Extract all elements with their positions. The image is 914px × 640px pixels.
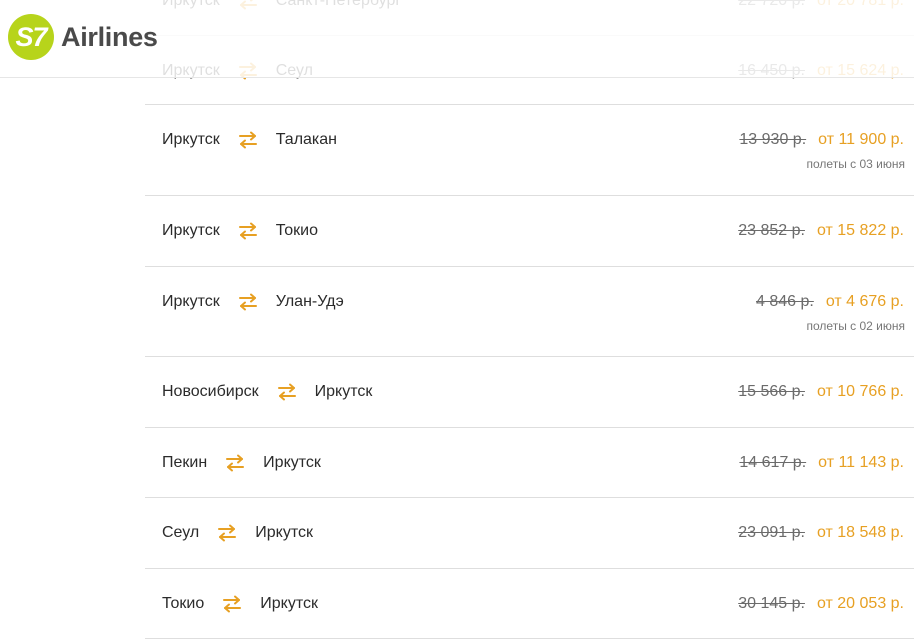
swap-arrows-icon — [238, 131, 258, 149]
swap-arrows-icon — [238, 293, 258, 311]
origin-city: Иркутск — [162, 131, 220, 148]
sale-price[interactable]: от 11 143 р. — [818, 454, 904, 471]
sale-price[interactable]: от 20 053 р. — [817, 595, 904, 612]
route-prices: 4 846 р. от 4 676 р. — [756, 292, 904, 312]
logo-text: Airlines — [61, 21, 158, 52]
route-row[interactable]: Сеул Иркутск 23 091 р. от 18 548 р. — [145, 498, 914, 569]
page: S7 Airlines ИркутскСанкт-Петербург22 720… — [0, 0, 914, 640]
destination-city: Талакан — [275, 131, 338, 148]
old-price: 23 852 р. — [738, 222, 805, 239]
origin-city: Иркутск — [162, 293, 220, 310]
route-row[interactable]: Иркутск Талакан 13 930 р. от 11 900 р. полет… — [145, 105, 914, 196]
s7-airlines-logo[interactable]: S7 Airlines — [8, 14, 158, 60]
sale-price[interactable]: от 15 822 р. — [817, 222, 904, 239]
logo-mark: S7 — [8, 14, 54, 60]
swap-arrows-icon — [238, 222, 258, 240]
route-cities: Токио Иркутск — [162, 594, 318, 614]
origin-city: Пекин — [162, 454, 208, 471]
swap-arrows-icon — [277, 383, 297, 401]
route-cities: Новосибирск Иркутск — [162, 382, 372, 402]
sale-price[interactable]: от 18 548 р. — [817, 524, 904, 541]
site-header: S7 Airlines — [0, 0, 914, 78]
destination-city: Иркутск — [263, 454, 321, 471]
old-price: 15 566 р. — [738, 383, 805, 400]
old-price: 14 617 р. — [739, 454, 807, 471]
flight-start-note: полеты с 03 июня — [806, 157, 905, 171]
sale-price[interactable]: от 4 676 р. — [826, 293, 904, 310]
route-cities: Сеул Иркутск — [162, 523, 313, 543]
sale-price[interactable]: от 10 766 р. — [817, 383, 904, 400]
origin-city: Токио — [162, 595, 205, 612]
origin-city: Сеул — [162, 524, 200, 541]
route-cities: Пекин Иркутск — [162, 453, 321, 473]
old-price: 23 091 р. — [738, 524, 805, 541]
origin-city: Новосибирск — [162, 383, 259, 400]
route-row[interactable]: Иркутск Токио 23 852 р. от 15 822 р. — [145, 196, 914, 267]
route-prices: 30 145 р. от 20 053 р. — [738, 594, 904, 614]
route-prices: 23 852 р. от 15 822 р. — [738, 221, 904, 241]
route-row[interactable]: Пекин Иркутск 14 617 р. от 11 143 р. — [145, 428, 914, 498]
route-row[interactable]: Иркутск Улан-Удэ 4 846 р. от 4 676 р. полеты… — [145, 267, 914, 357]
route-cities: Иркутск Улан-Удэ — [162, 292, 344, 312]
destination-city: Улан-Удэ — [275, 293, 344, 310]
route-prices: 15 566 р. от 10 766 р. — [738, 382, 904, 402]
route-prices: 23 091 р. от 18 548 р. — [738, 523, 904, 543]
swap-arrows-icon — [222, 595, 242, 613]
route-prices: 13 930 р. от 11 900 р. — [739, 130, 904, 150]
route-row[interactable]: Токио Иркутск 30 145 р. от 20 053 р. — [145, 569, 914, 639]
route-cities: Иркутск Токио — [162, 221, 318, 241]
flight-start-note: полеты с 02 июня — [806, 319, 905, 333]
sale-price[interactable]: от 11 900 р. — [818, 131, 904, 148]
route-cities: Иркутск Талакан — [162, 130, 337, 150]
old-price: 4 846 р. — [756, 293, 814, 310]
destination-city: Иркутск — [314, 383, 373, 400]
destination-city: Иркутск — [260, 595, 318, 612]
old-price: 13 930 р. — [739, 131, 807, 148]
swap-arrows-icon — [225, 454, 245, 472]
destination-city: Токио — [275, 222, 318, 239]
route-row[interactable]: Новосибирск Иркутск 15 566 р. от 10 766 р. — [145, 357, 914, 428]
origin-city: Иркутск — [162, 222, 220, 239]
destination-city: Иркутск — [255, 524, 313, 541]
route-prices: 14 617 р. от 11 143 р. — [739, 453, 904, 473]
swap-arrows-icon — [217, 524, 237, 542]
old-price: 30 145 р. — [738, 595, 805, 612]
